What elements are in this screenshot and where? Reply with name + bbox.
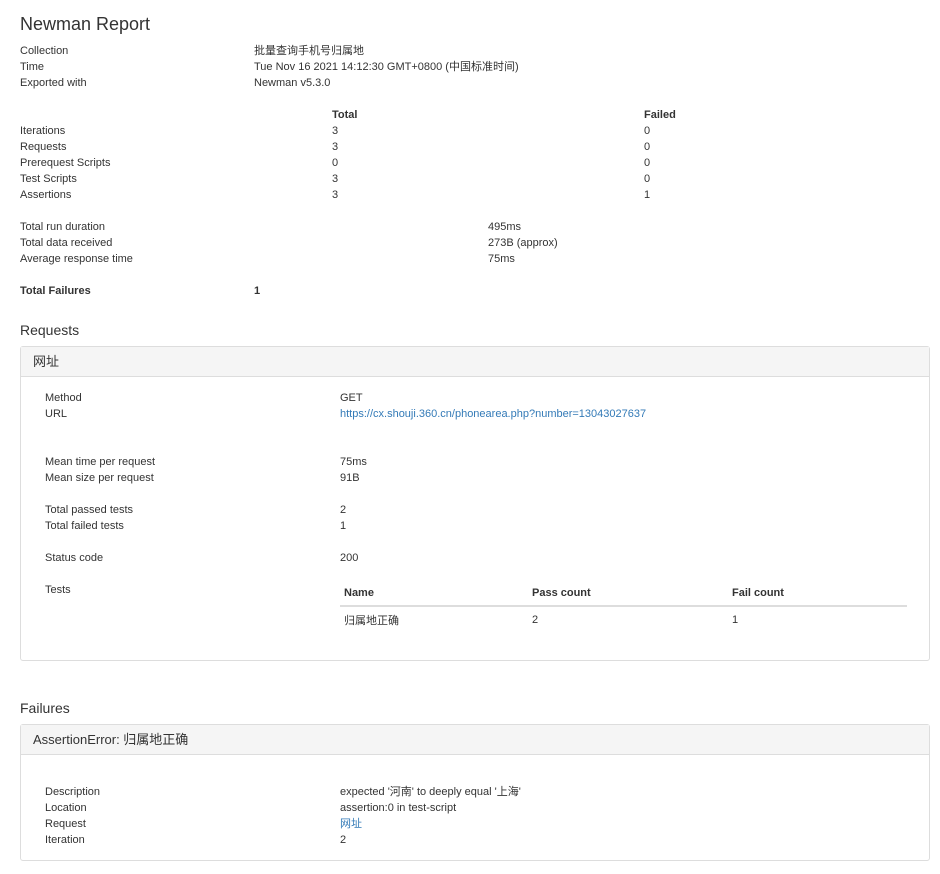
info-label: Time xyxy=(20,61,45,73)
summary-col-total: Total xyxy=(332,109,358,121)
method-value: GET xyxy=(340,392,363,404)
url-label: URL xyxy=(45,408,68,420)
request-label: Request xyxy=(45,818,86,830)
newman-report-page: Newman Report Collection 批量查询手机号归属地 Time… xyxy=(0,0,940,874)
description-value: expected '河南' to deeply equal '上海' xyxy=(340,786,521,798)
summary-label: Assertions xyxy=(20,189,72,201)
requests-heading: Requests xyxy=(20,322,80,338)
tests-col-pass: Pass count xyxy=(528,581,728,607)
tests-col-name: Name xyxy=(340,581,528,607)
failure-request-link[interactable]: 网址 xyxy=(340,816,362,832)
tests-table-header: Name Pass count Fail count xyxy=(340,581,907,607)
location-label: Location xyxy=(45,802,87,814)
mean-size-value: 91B xyxy=(340,472,360,484)
description-label: Description xyxy=(45,786,101,798)
summary-failed: 1 xyxy=(644,189,651,201)
summary-total: 3 xyxy=(332,125,339,137)
failed-tests-label: Total failed tests xyxy=(45,520,124,532)
summary-label: Requests xyxy=(20,141,67,153)
request-panel: 网址 Method GET URL https://cx.shouji.360.… xyxy=(20,346,930,661)
summary-total: 0 xyxy=(332,157,339,169)
method-label: Method xyxy=(45,392,82,404)
timing-label: Total data received xyxy=(20,237,113,249)
info-value: 批量查询手机号归属地 xyxy=(254,45,364,57)
timing-value: 495ms xyxy=(488,221,522,233)
tests-col-fail: Fail count xyxy=(728,581,907,607)
info-label: Collection xyxy=(20,45,69,57)
failure-panel-header[interactable]: AssertionError: 归属地正确 xyxy=(21,725,929,755)
iteration-label: Iteration xyxy=(45,834,85,846)
summary-failed: 0 xyxy=(644,173,651,185)
summary-label: Test Scripts xyxy=(20,173,77,185)
test-name: 归属地正确 xyxy=(344,615,399,627)
tests-label: Tests xyxy=(45,584,71,596)
timing-label: Total run duration xyxy=(20,221,105,233)
timing-value: 75ms xyxy=(488,253,515,265)
summary-col-failed: Failed xyxy=(644,109,676,121)
summary-label: Prerequest Scripts xyxy=(20,157,111,169)
total-failures-label: Total Failures xyxy=(20,285,91,297)
summary-failed: 0 xyxy=(644,141,651,153)
location-value: assertion:0 in test-script xyxy=(340,802,457,814)
table-row: 归属地正确 2 1 xyxy=(340,606,907,633)
tests-table: Name Pass count Fail count 归属地正确 2 1 xyxy=(340,581,907,633)
summary-total: 3 xyxy=(332,173,339,185)
iteration-value: 2 xyxy=(340,834,347,846)
summary-total: 3 xyxy=(332,189,339,201)
page-title: Newman Report xyxy=(20,14,151,34)
mean-time-label: Mean time per request xyxy=(45,456,156,468)
failure-panel: AssertionError: 归属地正确 Description expect… xyxy=(20,724,930,861)
passed-tests-value: 2 xyxy=(340,504,347,516)
mean-time-value: 75ms xyxy=(340,456,367,468)
summary-total: 3 xyxy=(332,141,339,153)
info-value: Tue Nov 16 2021 14:12:30 GMT+0800 (中国标准时… xyxy=(254,61,519,73)
timing-value: 273B (approx) xyxy=(488,237,558,249)
summary-failed: 0 xyxy=(644,125,651,137)
summary-label: Iterations xyxy=(20,125,66,137)
url-link[interactable]: https://cx.shouji.360.cn/phonearea.php?n… xyxy=(340,406,646,422)
mean-size-label: Mean size per request xyxy=(45,472,154,484)
summary-failed: 0 xyxy=(644,157,651,169)
test-pass-count: 2 xyxy=(532,614,539,626)
failed-tests-value: 1 xyxy=(340,520,347,532)
status-code-value: 200 xyxy=(340,552,359,564)
test-fail-count: 1 xyxy=(732,614,739,626)
failures-heading: Failures xyxy=(20,700,70,716)
status-code-label: Status code xyxy=(45,552,104,564)
request-panel-header[interactable]: 网址 xyxy=(21,347,929,377)
info-label: Exported with xyxy=(20,77,87,89)
passed-tests-label: Total passed tests xyxy=(45,504,134,516)
total-failures-value: 1 xyxy=(254,285,261,297)
timing-label: Average response time xyxy=(20,253,133,265)
info-value: Newman v5.3.0 xyxy=(254,77,331,89)
